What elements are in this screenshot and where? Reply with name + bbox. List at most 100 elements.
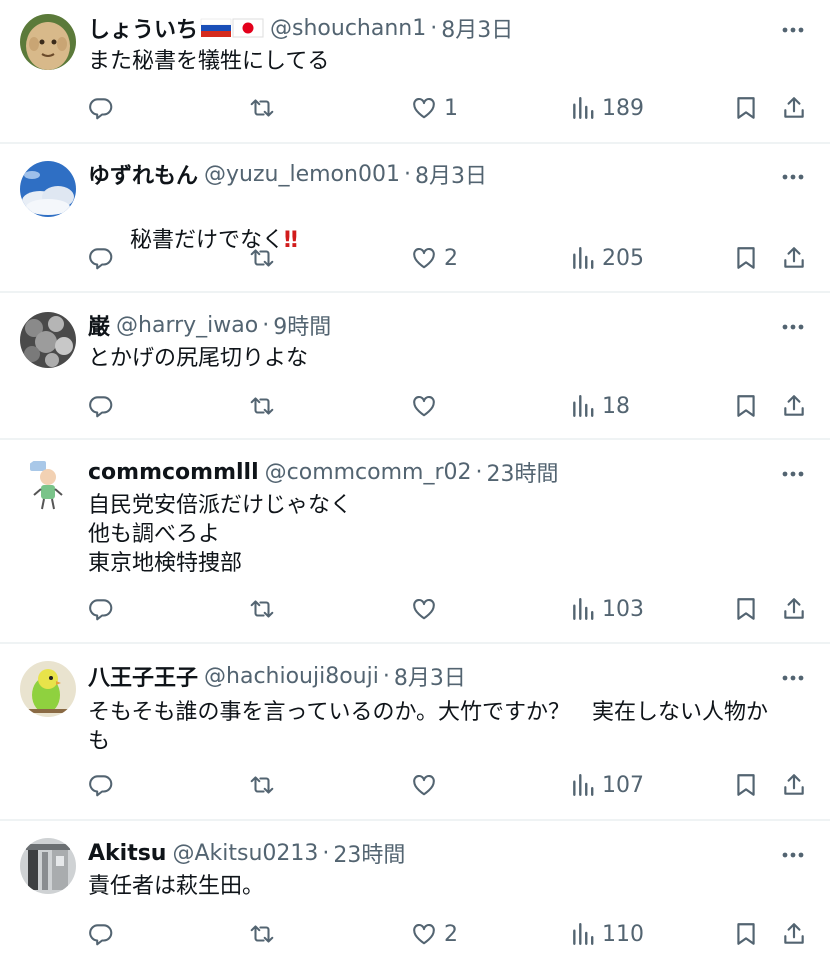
username[interactable]: 八王子王子 xyxy=(88,660,198,692)
separator-dot: · xyxy=(322,840,330,866)
like-button[interactable] xyxy=(410,596,438,622)
bookmark-button[interactable] xyxy=(733,772,759,798)
more-icon[interactable] xyxy=(778,315,808,339)
user-handle[interactable]: @shouchann1 xyxy=(270,16,426,41)
reply-button[interactable] xyxy=(88,596,114,622)
username[interactable]: しょういち xyxy=(88,12,198,44)
tweet-text: そもそも誰の事を言っているのか。大竹ですか？ 実在しない人物か も xyxy=(88,700,769,754)
user-handle[interactable]: @hachiouji8ouji xyxy=(204,664,379,689)
retweet-button[interactable] xyxy=(248,772,276,798)
reply-button[interactable] xyxy=(88,393,114,419)
separator-dot: · xyxy=(382,663,390,689)
like-count: 2 xyxy=(444,921,458,947)
timestamp[interactable]: 8月3日 xyxy=(441,12,513,44)
retweet-button[interactable] xyxy=(248,596,276,622)
views-button[interactable]: 103 xyxy=(570,596,644,622)
views-button[interactable]: 110 xyxy=(570,921,644,947)
like-button[interactable]: 2 xyxy=(410,921,458,947)
bookmark-button[interactable] xyxy=(733,393,759,419)
tweet[interactable]: Akitsu @Akitsu0213 · 23時間 責任者は萩生田。 2 110 xyxy=(0,821,830,960)
more-icon[interactable] xyxy=(778,18,808,42)
tweet-header: ゆずれもん @yuzu_lemon001 · 8月3日 xyxy=(88,158,487,190)
username[interactable]: 巌 xyxy=(88,309,110,341)
bookmark-icon xyxy=(737,598,755,620)
retweet-button[interactable] xyxy=(248,95,276,121)
share-button[interactable] xyxy=(780,245,808,271)
like-button[interactable] xyxy=(410,772,438,798)
more-icon[interactable] xyxy=(778,165,808,189)
share-button[interactable] xyxy=(780,772,808,798)
views-button[interactable]: 18 xyxy=(570,393,630,419)
reply-button[interactable] xyxy=(88,921,114,947)
tweet[interactable]: ゆずれもん @yuzu_lemon001 · 8月3日 秘書だけでなく‼ 2 2… xyxy=(0,144,830,293)
avatar[interactable] xyxy=(20,14,76,70)
reply-icon xyxy=(89,599,113,621)
avatar[interactable] xyxy=(20,312,76,368)
reply-icon xyxy=(89,396,113,418)
more-icon[interactable] xyxy=(778,843,808,867)
bookmark-button[interactable] xyxy=(733,921,759,947)
reply-button[interactable] xyxy=(88,245,114,271)
timestamp[interactable]: 8月3日 xyxy=(415,158,487,190)
tweet-text: とかげの尻尾切りよな xyxy=(88,346,309,371)
timestamp[interactable]: 23時間 xyxy=(487,456,559,488)
bookmark-button[interactable] xyxy=(733,245,759,271)
avatar[interactable] xyxy=(20,838,76,894)
like-button[interactable]: 2 xyxy=(410,245,458,271)
retweet-button[interactable] xyxy=(248,921,276,947)
views-button[interactable]: 107 xyxy=(570,772,644,798)
bookmark-icon xyxy=(737,247,755,269)
like-button[interactable] xyxy=(410,393,438,419)
user-handle[interactable]: @yuzu_lemon001 xyxy=(204,162,400,187)
view-count: 110 xyxy=(602,921,644,947)
username[interactable]: ゆずれもん xyxy=(88,158,198,190)
reply-feed: しょういち @shouchann1 · 8月3日 また秘書を犠牲にしてる 1 1… xyxy=(0,0,830,960)
like-button[interactable]: 1 xyxy=(410,95,458,121)
username[interactable]: Akitsu xyxy=(88,841,166,866)
share-button[interactable] xyxy=(780,921,808,947)
share-icon xyxy=(784,247,804,268)
user-handle[interactable]: @harry_iwao xyxy=(116,313,258,338)
views-button[interactable]: 189 xyxy=(570,95,644,121)
avatar[interactable] xyxy=(20,161,76,217)
timestamp[interactable]: 8月3日 xyxy=(394,660,466,692)
avatar[interactable] xyxy=(20,457,76,513)
bookmark-button[interactable] xyxy=(733,95,759,121)
retweet-icon xyxy=(250,925,274,943)
tweet[interactable]: しょういち @shouchann1 · 8月3日 また秘書を犠牲にしてる 1 1… xyxy=(0,0,830,144)
retweet-button[interactable] xyxy=(248,393,276,419)
reply-button[interactable] xyxy=(88,95,114,121)
user-handle[interactable]: @Akitsu0213 xyxy=(172,841,318,866)
more-icon[interactable] xyxy=(778,462,808,486)
share-button[interactable] xyxy=(780,393,808,419)
like-icon xyxy=(413,774,435,796)
like-icon xyxy=(413,923,435,945)
reply-button[interactable] xyxy=(88,772,114,798)
flag-emojis xyxy=(200,17,264,39)
tweet[interactable]: 巌 @harry_iwao · 9時間 とかげの尻尾切りよな 18 xyxy=(0,293,830,440)
share-button[interactable] xyxy=(780,95,808,121)
username[interactable]: commcommlll xyxy=(88,460,259,485)
tweet[interactable]: commcommlll @commcomm_r02 · 23時間 自民党安倍派だ… xyxy=(0,440,830,644)
separator-dot: · xyxy=(475,459,483,485)
views-button[interactable]: 205 xyxy=(570,245,644,271)
timestamp[interactable]: 23時間 xyxy=(333,837,405,869)
like-icon xyxy=(413,395,435,417)
user-handle[interactable]: @commcomm_r02 xyxy=(265,460,472,485)
views-icon xyxy=(573,97,594,119)
bookmark-button[interactable] xyxy=(733,596,759,622)
timestamp[interactable]: 9時間 xyxy=(273,309,331,341)
like-icon xyxy=(413,97,435,119)
share-icon xyxy=(784,395,804,416)
avatar[interactable] xyxy=(20,661,76,717)
retweet-button[interactable] xyxy=(248,245,276,271)
separator-dot: · xyxy=(430,15,438,41)
share-icon xyxy=(784,923,804,944)
like-count: 2 xyxy=(444,245,458,271)
more-icon[interactable] xyxy=(778,666,808,690)
like-icon xyxy=(413,247,435,269)
share-button[interactable] xyxy=(780,596,808,622)
building-photo-avatar-icon xyxy=(20,838,76,894)
japan-flag-icon xyxy=(232,18,264,38)
tweet[interactable]: 八王子王子 @hachiouji8ouji · 8月3日 そもそも誰の事を言って… xyxy=(0,644,830,821)
